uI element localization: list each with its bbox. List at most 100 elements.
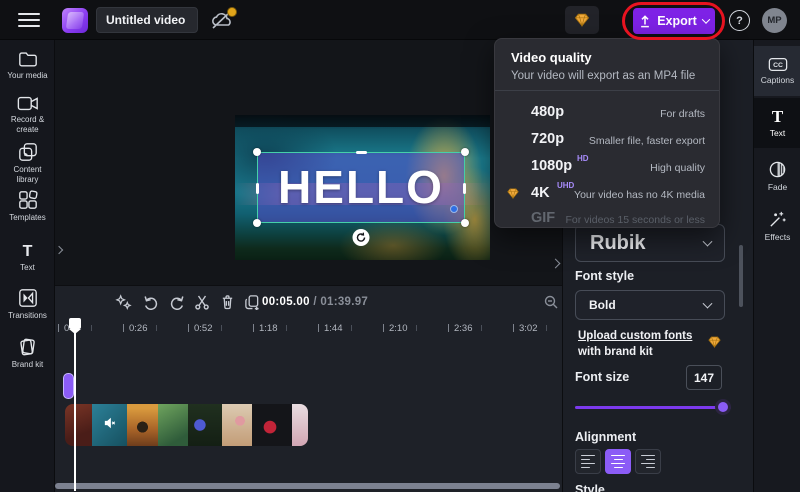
sidebar-item-content-library[interactable]: Content library	[0, 142, 55, 184]
resize-handle-left[interactable]	[256, 183, 259, 194]
top-bar: Export ? MP	[0, 0, 800, 40]
font-size-input[interactable]: 147	[686, 365, 722, 390]
timeline-ruler[interactable]: 0 0:26 0:52 1:18 1:44 2:10 2:36 3:02	[55, 319, 562, 341]
upload-fonts-suffix: with brand kit	[578, 346, 653, 358]
video-canvas[interactable]: HELLO	[235, 115, 490, 260]
timeline-horizontal-scrollbar[interactable]	[55, 483, 560, 489]
current-time: 00:05.00	[262, 296, 310, 308]
total-time: 01:39.97	[320, 296, 368, 308]
slider-track[interactable]	[575, 406, 731, 409]
ruler-tick-label: 2:36	[454, 323, 473, 334]
align-left-button[interactable]	[575, 449, 601, 474]
menu-title: Video quality	[511, 50, 592, 65]
tab-label: Captions	[761, 75, 795, 85]
project-title-input[interactable]	[96, 7, 198, 33]
sidebar-item-brand-kit[interactable]: Brand kit	[0, 337, 55, 370]
clip-thumbnail	[158, 404, 188, 446]
notification-badge	[227, 7, 237, 17]
chevron-down-icon	[703, 299, 713, 309]
resize-handle-tr[interactable]	[461, 148, 469, 156]
effects-wand-icon	[768, 210, 787, 229]
quality-hint: For drafts	[660, 108, 705, 120]
timecode: 00:05.00 / 01:39.97	[262, 296, 368, 308]
clipchamp-logo[interactable]	[62, 8, 88, 33]
help-button[interactable]: ?	[729, 10, 750, 31]
sidebar-item-label: Your media	[3, 71, 53, 81]
alignment-label: Alignment	[575, 430, 636, 444]
resize-handle-right[interactable]	[463, 183, 466, 194]
rotate-handle[interactable]	[353, 229, 370, 246]
resize-handle-tl[interactable]	[253, 148, 261, 156]
tab-label: Text	[770, 128, 786, 138]
divider	[495, 90, 719, 91]
question-icon: ?	[736, 15, 743, 27]
menu-item-1080p[interactable]: 1080p HD High quality	[495, 154, 719, 180]
export-button-label: Export	[657, 14, 697, 28]
menu-item-720p[interactable]: 720p Smaller file, faster export	[495, 127, 719, 153]
preview-area: HELLO 5	[55, 40, 562, 285]
clip-thumbnail	[222, 404, 252, 446]
hamburger-menu-icon[interactable]	[18, 13, 40, 27]
quality-label: GIF	[531, 210, 555, 226]
ruler-tick-label: 3:02	[519, 323, 538, 334]
resize-handle-br[interactable]	[461, 219, 469, 227]
ruler-tick-label: 2:10	[389, 323, 408, 334]
duplicate-button[interactable]	[242, 292, 262, 312]
font-size-label: Font size	[575, 370, 629, 384]
font-size-slider[interactable]	[575, 399, 731, 415]
font-style-select[interactable]: Bold	[575, 290, 725, 320]
overlay-text[interactable]: HELLO	[258, 159, 464, 213]
font-size-value: 147	[694, 371, 714, 385]
redo-button[interactable]	[167, 292, 187, 312]
clipchamp-editor: Export ? MP Your media Record & create C…	[0, 0, 800, 492]
quality-hint: Smaller file, faster export	[589, 135, 705, 147]
split-scissors-button[interactable]	[192, 292, 212, 312]
text-icon: T	[772, 108, 783, 125]
sidebar-item-text[interactable]: T Text	[0, 244, 55, 273]
align-right-button[interactable]	[635, 449, 661, 474]
playhead[interactable]	[74, 319, 76, 491]
timeline-video-clip[interactable]	[65, 404, 308, 446]
text-selection-box[interactable]: HELLO	[257, 152, 465, 223]
resize-handle-top[interactable]	[356, 151, 367, 154]
sidebar-item-templates[interactable]: Templates	[0, 190, 55, 223]
export-button[interactable]: Export	[633, 8, 715, 34]
uhd-badge: UHD	[557, 181, 574, 190]
sidebar-item-record-create[interactable]: Record & create	[0, 95, 55, 134]
tab-captions[interactable]: CC Captions	[754, 46, 800, 96]
suggestions-sparkle-icon[interactable]	[113, 292, 133, 312]
premium-gem-button[interactable]	[565, 6, 599, 34]
menu-item-480p[interactable]: 480p For drafts	[495, 100, 719, 126]
video-frame-detail	[235, 115, 490, 127]
rotate-icon	[356, 232, 367, 243]
font-family-value: Rubik	[576, 232, 646, 255]
captions-icon: CC	[768, 57, 788, 72]
text-icon: T	[23, 244, 33, 260]
tab-fade[interactable]: Fade	[754, 152, 800, 200]
selection-indicator-dot	[450, 205, 458, 213]
cloud-backup-off-icon[interactable]	[210, 9, 236, 33]
align-center-button[interactable]	[605, 449, 631, 474]
avatar[interactable]: MP	[762, 8, 787, 33]
playhead-handle[interactable]	[69, 318, 81, 329]
delete-button[interactable]	[217, 292, 237, 312]
upload-icon	[639, 15, 651, 28]
tab-effects[interactable]: Effects	[754, 202, 800, 250]
undo-button[interactable]	[141, 292, 161, 312]
sidebar-item-transitions[interactable]: Transitions	[0, 288, 55, 321]
gem-icon	[506, 187, 520, 200]
panel-scrollbar[interactable]	[739, 245, 743, 307]
tab-text[interactable]: T Text	[754, 98, 800, 148]
muted-audio-icon	[104, 417, 116, 429]
menu-subtitle: Your video will export as an MP4 file	[511, 70, 695, 82]
sidebar-item-your-media[interactable]: Your media	[0, 50, 55, 81]
resize-handle-bl[interactable]	[253, 219, 261, 227]
brand-kit-icon	[18, 337, 38, 357]
font-style-value: Bold	[576, 298, 616, 312]
slider-thumb[interactable]	[715, 399, 731, 415]
upload-custom-fonts-link[interactable]: Upload custom fonts	[578, 330, 692, 342]
timeline-text-clip[interactable]	[63, 373, 74, 399]
sidebar-item-label: Templates	[3, 213, 53, 223]
menu-item-4k[interactable]: 4K UHD Your video has no 4K media	[495, 181, 719, 207]
zoom-out-button[interactable]	[541, 292, 561, 312]
